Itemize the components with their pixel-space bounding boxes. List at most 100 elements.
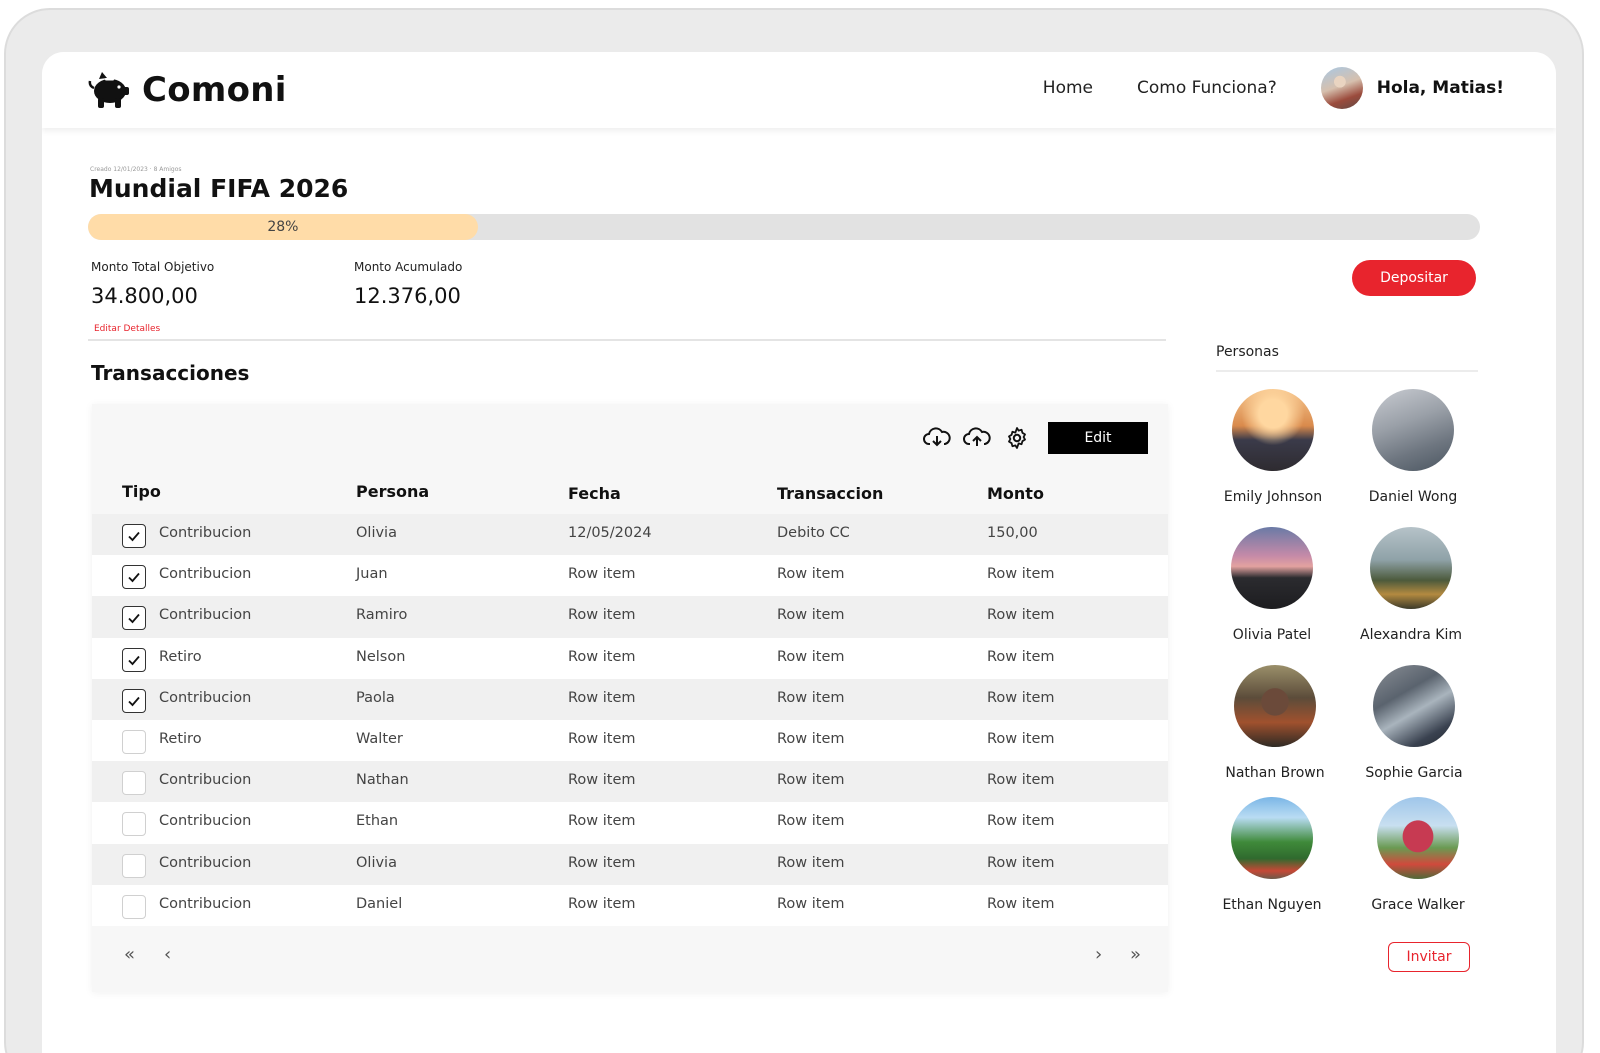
cell-monto: Row item xyxy=(987,566,1055,583)
checkbox-unchecked[interactable] xyxy=(122,771,146,796)
persona-item[interactable]: Alexandra Kim xyxy=(1341,527,1481,643)
page-title: Mundial FIFA 2026 xyxy=(89,174,349,203)
chevron-left-icon[interactable]: ‹ xyxy=(164,944,171,965)
cell-fecha: Row item xyxy=(568,648,636,665)
table-row[interactable]: Contribucion Ramiro Row item Row item Row it… xyxy=(92,596,1168,638)
checkbox-unchecked[interactable] xyxy=(122,729,146,754)
cell-monto: Row item xyxy=(987,813,1055,830)
cell-transaccion: Row item xyxy=(777,895,845,912)
persona-item[interactable]: Emily Johnson xyxy=(1203,389,1343,505)
persona-item[interactable]: Sophie Garcia xyxy=(1344,665,1484,781)
checkbox-unchecked[interactable] xyxy=(122,853,146,878)
target-value: 34.800,00 xyxy=(91,284,198,308)
user-greeting[interactable]: Hola, Matias! xyxy=(1377,78,1504,98)
cell-tipo: Contribucion xyxy=(159,895,252,912)
table-row[interactable]: Retiro Walter Row item Row item Row item xyxy=(92,719,1168,762)
table-row[interactable]: Contribucion Paola Row item Row item Row ite… xyxy=(92,678,1168,720)
persona-item[interactable]: Grace Walker xyxy=(1348,797,1488,913)
edit-details-link[interactable]: Editar Detalles xyxy=(94,324,160,334)
table-row[interactable]: Contribucion Nathan Row item Row item Row it… xyxy=(92,761,1168,803)
cell-fecha: Row item xyxy=(568,895,636,912)
table-row[interactable]: Contribucion Juan Row item Row item Row item xyxy=(92,555,1168,597)
cell-persona: Paola xyxy=(356,689,395,706)
persona-item[interactable]: Ethan Nguyen xyxy=(1202,797,1342,913)
double-chevron-left-icon[interactable]: « xyxy=(124,944,135,965)
deposit-button[interactable]: Depositar xyxy=(1352,260,1476,296)
table-row[interactable]: Contribucion Ethan Row item Row item Row ite… xyxy=(92,802,1168,844)
cloud-upload-icon[interactable] xyxy=(962,423,992,453)
user-avatar[interactable] xyxy=(1320,67,1363,109)
chevron-right-icon[interactable]: › xyxy=(1095,944,1102,965)
target-label: Monto Total Objetivo xyxy=(91,260,215,274)
checkbox-unchecked[interactable] xyxy=(122,812,146,837)
cell-tipo: Retiro xyxy=(159,730,202,747)
col-monto[interactable]: Monto xyxy=(987,484,1044,503)
checkbox-checked[interactable] xyxy=(122,647,146,672)
accumulated-value: 12.376,00 xyxy=(354,284,461,308)
cell-transaccion: Row item xyxy=(777,648,845,665)
col-transaccion[interactable]: Transaccion xyxy=(777,484,883,503)
col-tipo[interactable]: Tipo xyxy=(122,482,161,501)
personas-divider xyxy=(1216,370,1478,372)
cell-fecha: Row item xyxy=(568,566,636,583)
cell-persona: Daniel xyxy=(356,895,403,912)
cell-transaccion: Debito CC xyxy=(777,525,850,541)
avatar xyxy=(1373,665,1455,747)
cell-transaccion: Row item xyxy=(777,854,845,871)
checkbox-unchecked[interactable] xyxy=(122,894,146,919)
col-fecha[interactable]: Fecha xyxy=(568,484,621,503)
app-screen: Comoni Home Como Funciona? Hola, Matias!… xyxy=(42,52,1556,1053)
table-toolbar: Edit xyxy=(912,422,1148,454)
cell-fecha: Row item xyxy=(568,730,636,747)
cell-persona: Walter xyxy=(356,730,403,747)
device-frame: Comoni Home Como Funciona? Hola, Matias!… xyxy=(4,8,1584,1053)
avatar xyxy=(1370,527,1452,609)
cell-transaccion: Row item xyxy=(777,730,845,747)
top-header: Comoni Home Como Funciona? Hola, Matias! xyxy=(42,52,1556,128)
nav-como-funciona[interactable]: Como Funciona? xyxy=(1137,78,1277,98)
table-row[interactable]: Contribucion Olivia Row item Row item Row it… xyxy=(92,843,1168,885)
cell-monto: Row item xyxy=(987,730,1055,747)
invite-button[interactable]: Invitar xyxy=(1388,942,1470,972)
persona-item[interactable]: Daniel Wong xyxy=(1343,389,1483,505)
persona-name: Ethan Nguyen xyxy=(1222,897,1322,913)
cell-transaccion: Row item xyxy=(777,607,845,624)
checkbox-checked[interactable] xyxy=(122,565,146,590)
cell-transaccion: Row item xyxy=(777,566,845,583)
cell-monto: 150,00 xyxy=(987,525,1038,541)
edit-button[interactable]: Edit xyxy=(1048,422,1148,454)
table-row[interactable]: Contribucion Olivia 12/05/2024 Debito CC 150… xyxy=(92,514,1168,556)
cell-transaccion: Row item xyxy=(777,772,845,789)
table-row[interactable]: Retiro Nelson Row item Row item Row item xyxy=(92,637,1168,679)
avatar xyxy=(1231,797,1313,879)
cell-fecha: Row item xyxy=(568,607,636,624)
checkbox-checked[interactable] xyxy=(122,606,146,631)
table-row[interactable]: Contribucion Daniel Row item Row item Row it… xyxy=(92,884,1168,926)
cell-fecha: Row item xyxy=(568,689,636,706)
persona-name: Alexandra Kim xyxy=(1360,627,1462,643)
brand-logo[interactable]: Comoni xyxy=(88,70,287,110)
check-icon xyxy=(128,655,140,665)
cloud-download-icon[interactable] xyxy=(922,423,952,453)
double-chevron-right-icon[interactable]: » xyxy=(1130,944,1141,965)
checkbox-checked[interactable] xyxy=(122,524,146,548)
progress-fill: 28% xyxy=(88,214,478,240)
checkbox-checked[interactable] xyxy=(122,688,146,713)
check-icon xyxy=(128,614,140,624)
cell-transaccion: Row item xyxy=(777,813,845,830)
nav-home[interactable]: Home xyxy=(1043,78,1093,98)
top-nav: Home Como Funciona? Hola, Matias! xyxy=(1043,66,1504,110)
persona-item[interactable]: Olivia Patel xyxy=(1202,527,1342,643)
col-persona[interactable]: Persona xyxy=(356,482,429,501)
cell-tipo: Contribucion xyxy=(159,772,252,789)
cell-fecha: Row item xyxy=(568,854,636,871)
cell-monto: Row item xyxy=(987,772,1055,789)
cell-tipo: Contribucion xyxy=(159,607,252,624)
cell-persona: Olivia xyxy=(356,525,397,541)
persona-item[interactable]: Nathan Brown xyxy=(1205,665,1345,781)
cell-persona: Nelson xyxy=(356,648,406,665)
cell-tipo: Contribucion xyxy=(159,854,252,871)
gear-icon[interactable] xyxy=(1002,423,1032,453)
persona-name: Olivia Patel xyxy=(1232,627,1312,643)
persona-name: Nathan Brown xyxy=(1225,765,1325,781)
